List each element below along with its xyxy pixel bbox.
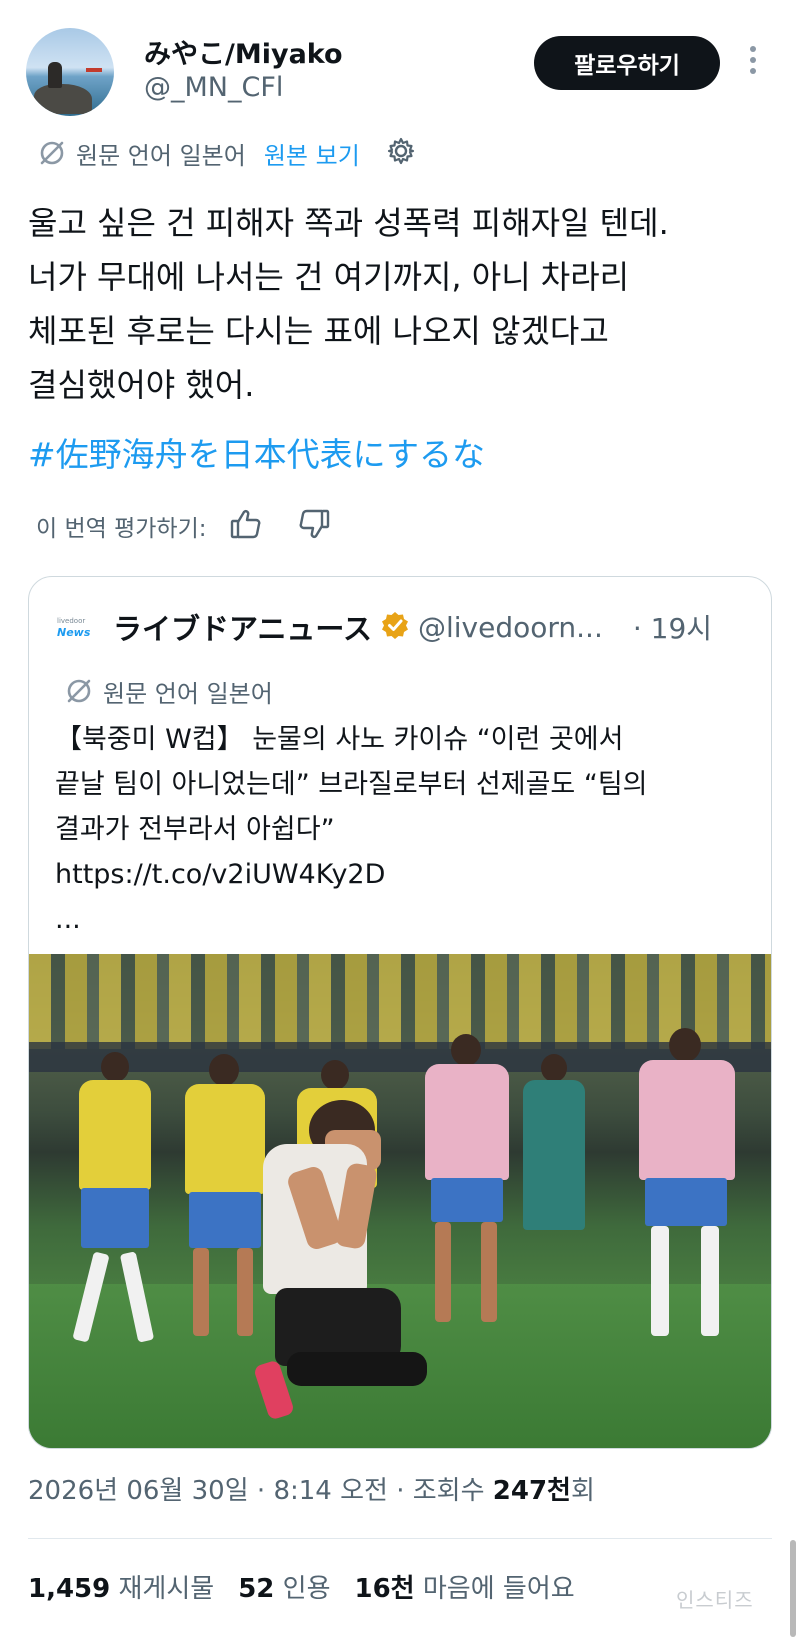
tweet-date[interactable]: 2026년 06월 30일 bbox=[28, 1476, 249, 1506]
quoted-line: 끝날 팀이 아니었는데” 브라질로부터 선제골도 “팀의 bbox=[55, 769, 648, 800]
translation-info: 원문 언어 일본어 원본 보기 bbox=[38, 136, 416, 170]
avatar-person bbox=[48, 62, 62, 88]
quotes-label: 인용 bbox=[274, 1574, 331, 1604]
reposts-label: 재게시물 bbox=[110, 1574, 215, 1604]
engagement-stats: 1,459 재게시물 52 인용 16천 마음에 들어요 bbox=[28, 1568, 575, 1605]
tweet-header: みやこ/Miyako @_MN_CFl 팔로우하기 bbox=[0, 0, 800, 120]
settings-gear-icon[interactable] bbox=[386, 136, 416, 170]
thumbs-down-icon[interactable] bbox=[297, 508, 331, 544]
tweet-meta: 2026년 06월 30일 · 8:14 오전 · 조회수 247천회 bbox=[28, 1470, 595, 1507]
thumbs-up-icon[interactable] bbox=[229, 508, 263, 544]
quoted-ellipsis: ... bbox=[55, 904, 81, 935]
translate-icon bbox=[67, 679, 91, 703]
quoted-source-language: 원문 언어 일본어 bbox=[103, 679, 273, 708]
quotes-count: 52 bbox=[238, 1574, 275, 1604]
more-vertical-icon[interactable] bbox=[748, 46, 758, 80]
hashtag-link[interactable]: #佐野海舟を日本代表にするな bbox=[28, 428, 485, 476]
tweet-line: 체포된 후로는 다시는 표에 나오지 않겠다고 bbox=[28, 312, 609, 350]
tweet-time[interactable]: 8:14 오전 bbox=[273, 1476, 388, 1506]
quoted-timestamp[interactable]: · 19시 bbox=[633, 607, 712, 647]
translate-icon bbox=[40, 141, 64, 165]
watermark: 인스티즈 bbox=[676, 1588, 754, 1612]
likes-count: 16천 bbox=[354, 1574, 415, 1604]
views-label: 조회수 bbox=[412, 1476, 493, 1506]
avatar-boat bbox=[86, 68, 102, 72]
views-count: 247천 bbox=[492, 1476, 571, 1506]
rate-translation: 이 번역 평가하기: bbox=[36, 506, 365, 546]
reposts-count: 1,459 bbox=[28, 1574, 111, 1604]
meta-separator: · bbox=[248, 1476, 274, 1506]
quoted-link[interactable]: https://t.co/v2iUW4Ky2D bbox=[55, 852, 755, 897]
reposts-stat[interactable]: 1,459 재게시물 bbox=[28, 1574, 214, 1604]
tweet-text: 울고 싶은 건 피해자 쪽과 성폭력 피해자일 텐데. 너가 무대에 나서는 건… bbox=[28, 196, 768, 412]
verified-badge-icon bbox=[380, 610, 410, 644]
divider bbox=[28, 1538, 772, 1539]
meta-separator: · bbox=[387, 1476, 413, 1506]
source-language: 원문 언어 일본어 bbox=[76, 141, 246, 170]
avatar[interactable] bbox=[26, 28, 114, 116]
livedoor-news-logo: livedoor News bbox=[57, 617, 91, 639]
quoted-tweet[interactable]: livedoor News ライブドアニュース @livedoorn... · … bbox=[28, 576, 772, 1449]
follow-button[interactable]: 팔로우하기 bbox=[534, 36, 720, 90]
views-suffix: 회 bbox=[570, 1476, 595, 1506]
player-yellow bbox=[72, 1052, 155, 1352]
scrollbar[interactable] bbox=[790, 1540, 796, 1637]
player-teal bbox=[519, 1054, 589, 1314]
avatar-rock bbox=[34, 84, 92, 114]
tweet-line: 결심했어야 했어. bbox=[28, 366, 255, 404]
likes-stat[interactable]: 16천 마음에 들어요 bbox=[355, 1574, 575, 1604]
quoted-author-name[interactable]: ライブドアニュース bbox=[113, 606, 372, 648]
quotes-stat[interactable]: 52 인용 bbox=[238, 1574, 330, 1604]
author-display-name[interactable]: みやこ/Miyako bbox=[144, 32, 343, 71]
quoted-line: 【북중미 W컵】 눈물의 사노 카이슈 “이런 곳에서 bbox=[55, 724, 624, 755]
tweet-line: 너가 무대에 나서는 건 여기까지, 아니 차라리 bbox=[28, 258, 630, 296]
quoted-line: 결과가 전부라서 아쉽다” bbox=[55, 814, 335, 845]
player-yellow bbox=[179, 1054, 269, 1344]
quoted-tweet-text: 【북중미 W컵】 눈물의 사노 카이슈 “이런 곳에서 끝날 팀이 아니었는데”… bbox=[55, 717, 755, 942]
author-handle[interactable]: @_MN_CFl bbox=[144, 72, 283, 103]
rate-translation-label: 이 번역 평가하기: bbox=[36, 516, 207, 542]
quoted-tweet-header: livedoor News ライブドアニュース @livedoorn... · … bbox=[57, 605, 757, 649]
quoted-author-handle[interactable]: @livedoorn... bbox=[418, 611, 603, 644]
player-pink-bib bbox=[631, 1028, 741, 1348]
quoted-photo[interactable] bbox=[29, 954, 771, 1448]
tweet-line: 울고 싶은 건 피해자 쪽과 성폭력 피해자일 텐데. bbox=[28, 204, 669, 242]
likes-label: 마음에 들어요 bbox=[414, 1574, 575, 1604]
quoted-translation-info: 원문 언어 일본어 bbox=[65, 673, 273, 709]
kneeling-player bbox=[252, 1100, 457, 1440]
view-original-link[interactable]: 원본 보기 bbox=[264, 136, 360, 171]
